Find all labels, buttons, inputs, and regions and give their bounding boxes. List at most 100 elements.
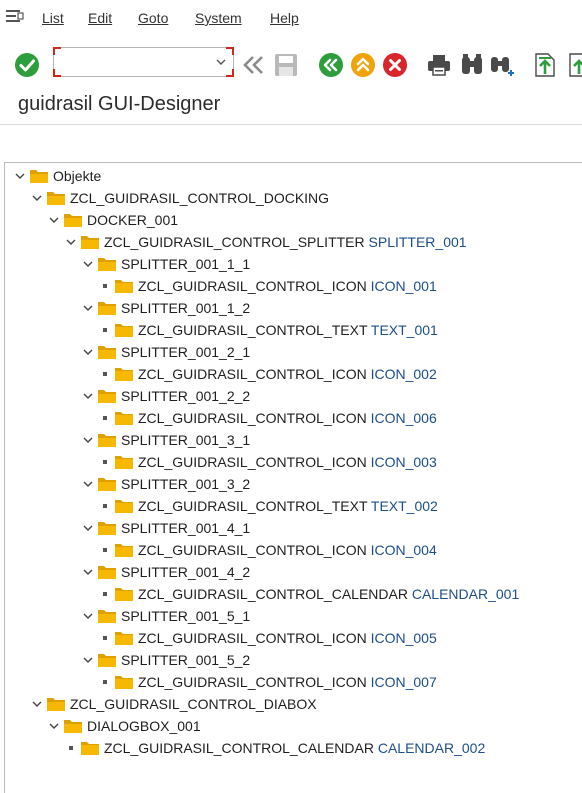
node-class-text: SPLITTER_001_5_1 <box>121 608 251 624</box>
leaf-bullet <box>69 746 73 750</box>
folder-icon <box>115 544 133 557</box>
object-tree: Objekte ZCL_GUIDRASIL_CONTROL_DOCKING DOCK… <box>4 162 582 793</box>
node-class-text: ZCL_GUIDRASIL_CONTROL_ICON <box>138 278 367 294</box>
chevron-down-icon[interactable] <box>83 391 93 401</box>
node-class-text: ZCL_GUIDRASIL_CONTROL_DOCKING <box>70 190 330 206</box>
node-label: DOCKER_001 <box>87 209 178 231</box>
leaf-bullet <box>103 372 107 376</box>
chevron-down-icon[interactable] <box>83 479 93 489</box>
chevron-down-icon[interactable] <box>32 699 42 709</box>
chevron-down-icon[interactable] <box>83 435 93 445</box>
node-instance-text: ICON_003 <box>366 454 437 470</box>
chevron-down-icon[interactable] <box>66 237 76 247</box>
node-class-text: ZCL_GUIDRASIL_CONTROL_TEXT <box>138 498 368 514</box>
node-instance-text: ICON_002 <box>366 366 437 382</box>
cancel-icon[interactable] <box>382 52 408 78</box>
print-icon[interactable] <box>426 52 452 78</box>
node-label: Objekte <box>53 165 101 187</box>
node-label: ZCL_GUIDRASIL_CONTROL_DIABOX <box>70 693 317 715</box>
folder-icon <box>115 676 133 689</box>
folder-icon <box>115 632 133 645</box>
node-class-text: ZCL_GUIDRASIL_CONTROL_ICON <box>138 674 367 690</box>
folder-icon <box>81 742 99 755</box>
node-label: ZCL_GUIDRASIL_CONTROL_ICON ICON_004 <box>138 539 437 561</box>
node-label: ZCL_GUIDRASIL_CONTROL_ICON ICON_007 <box>138 671 437 693</box>
node-class-text: SPLITTER_001_2_2 <box>121 388 251 404</box>
chevron-down-icon[interactable] <box>83 259 93 269</box>
folder-icon <box>98 346 116 359</box>
double-left-icon[interactable] <box>241 52 267 78</box>
node-label: SPLITTER_001_5_1 <box>121 605 250 627</box>
folder-icon <box>115 588 133 601</box>
back-icon[interactable] <box>318 52 344 78</box>
menu-icon[interactable] <box>6 9 24 23</box>
chevron-down-icon[interactable] <box>83 523 93 533</box>
menu-goto[interactable]: Goto <box>138 10 168 26</box>
chevron-down-icon[interactable] <box>15 171 25 181</box>
folder-icon <box>81 236 99 249</box>
node-label: SPLITTER_001_5_2 <box>121 649 250 671</box>
node-class-text: SPLITTER_001_3_1 <box>121 432 251 448</box>
command-input[interactable] <box>60 52 210 72</box>
node-class-text: ZCL_GUIDRASIL_CONTROL_ICON <box>138 454 367 470</box>
folder-icon <box>64 214 82 227</box>
node-class-text: SPLITTER_001_4_2 <box>121 564 251 580</box>
exit-icon[interactable] <box>350 52 376 78</box>
chevron-down-icon[interactable] <box>49 721 59 731</box>
node-class-text: SPLITTER_001_4_1 <box>121 520 251 536</box>
folder-icon <box>98 654 116 667</box>
node-label: DIALOGBOX_001 <box>87 715 201 737</box>
node-label: SPLITTER_001_4_1 <box>121 517 250 539</box>
command-field[interactable] <box>53 47 234 77</box>
node-instance-text: TEXT_001 <box>367 322 438 338</box>
chevron-down-icon[interactable] <box>83 347 93 357</box>
chevron-down-icon[interactable] <box>83 303 93 313</box>
chevron-down-icon[interactable] <box>215 56 227 68</box>
menu-help[interactable]: Help <box>270 10 299 26</box>
folder-icon <box>98 566 116 579</box>
chevron-down-icon[interactable] <box>83 655 93 665</box>
menu-edit[interactable]: Edit <box>88 10 112 26</box>
node-label: SPLITTER_001_3_2 <box>121 473 250 495</box>
node-label: ZCL_GUIDRASIL_CONTROL_TEXT TEXT_002 <box>138 495 438 517</box>
node-class-text: ZCL_GUIDRASIL_CONTROL_ICON <box>138 366 367 382</box>
find-next-icon[interactable] <box>489 52 515 78</box>
leaf-bullet <box>103 328 107 332</box>
enter-check-icon[interactable] <box>14 52 40 78</box>
application-toolbar <box>0 124 582 163</box>
chevron-down-icon[interactable] <box>49 215 59 225</box>
node-class-text: ZCL_GUIDRASIL_CONTROL_CALENDAR <box>104 740 374 756</box>
page-title: guidrasil GUI-Designer <box>18 93 221 115</box>
node-instance-text: ICON_004 <box>366 542 437 558</box>
node-label: SPLITTER_001_1_2 <box>121 297 250 319</box>
leaf-bullet <box>103 548 107 552</box>
first-page-icon[interactable] <box>532 52 558 78</box>
node-class-text: SPLITTER_001_3_2 <box>121 476 251 492</box>
chevron-down-icon[interactable] <box>83 567 93 577</box>
folder-icon <box>47 698 65 711</box>
node-instance-text: TEXT_002 <box>367 498 438 514</box>
previous-page-icon[interactable] <box>566 52 582 78</box>
menu-system[interactable]: System <box>195 10 242 26</box>
folder-icon <box>98 522 116 535</box>
node-label: SPLITTER_001_1_1 <box>121 253 250 275</box>
leaf-bullet <box>103 636 107 640</box>
find-icon[interactable] <box>459 52 485 78</box>
leaf-bullet <box>103 416 107 420</box>
chevron-down-icon[interactable] <box>32 193 42 203</box>
node-label: ZCL_GUIDRASIL_CONTROL_DOCKING <box>70 187 329 209</box>
folder-icon <box>64 720 82 733</box>
save-icon[interactable] <box>273 52 299 78</box>
node-label: SPLITTER_001_2_1 <box>121 341 250 363</box>
node-label: ZCL_GUIDRASIL_CONTROL_ICON ICON_002 <box>138 363 437 385</box>
folder-icon <box>98 302 116 315</box>
node-class-text: DIALOGBOX_001 <box>87 718 201 734</box>
node-class-text: SPLITTER_001_1_2 <box>121 300 251 316</box>
menu-list[interactable]: List <box>42 10 64 26</box>
leaf-bullet <box>103 284 107 288</box>
node-instance-text: ICON_007 <box>366 674 437 690</box>
node-class-text: ZCL_GUIDRASIL_CONTROL_ICON <box>138 630 367 646</box>
chevron-down-icon[interactable] <box>83 611 93 621</box>
node-instance-text: ICON_006 <box>366 410 437 426</box>
node-label: ZCL_GUIDRASIL_CONTROL_CALENDAR CALENDAR_… <box>138 583 519 605</box>
